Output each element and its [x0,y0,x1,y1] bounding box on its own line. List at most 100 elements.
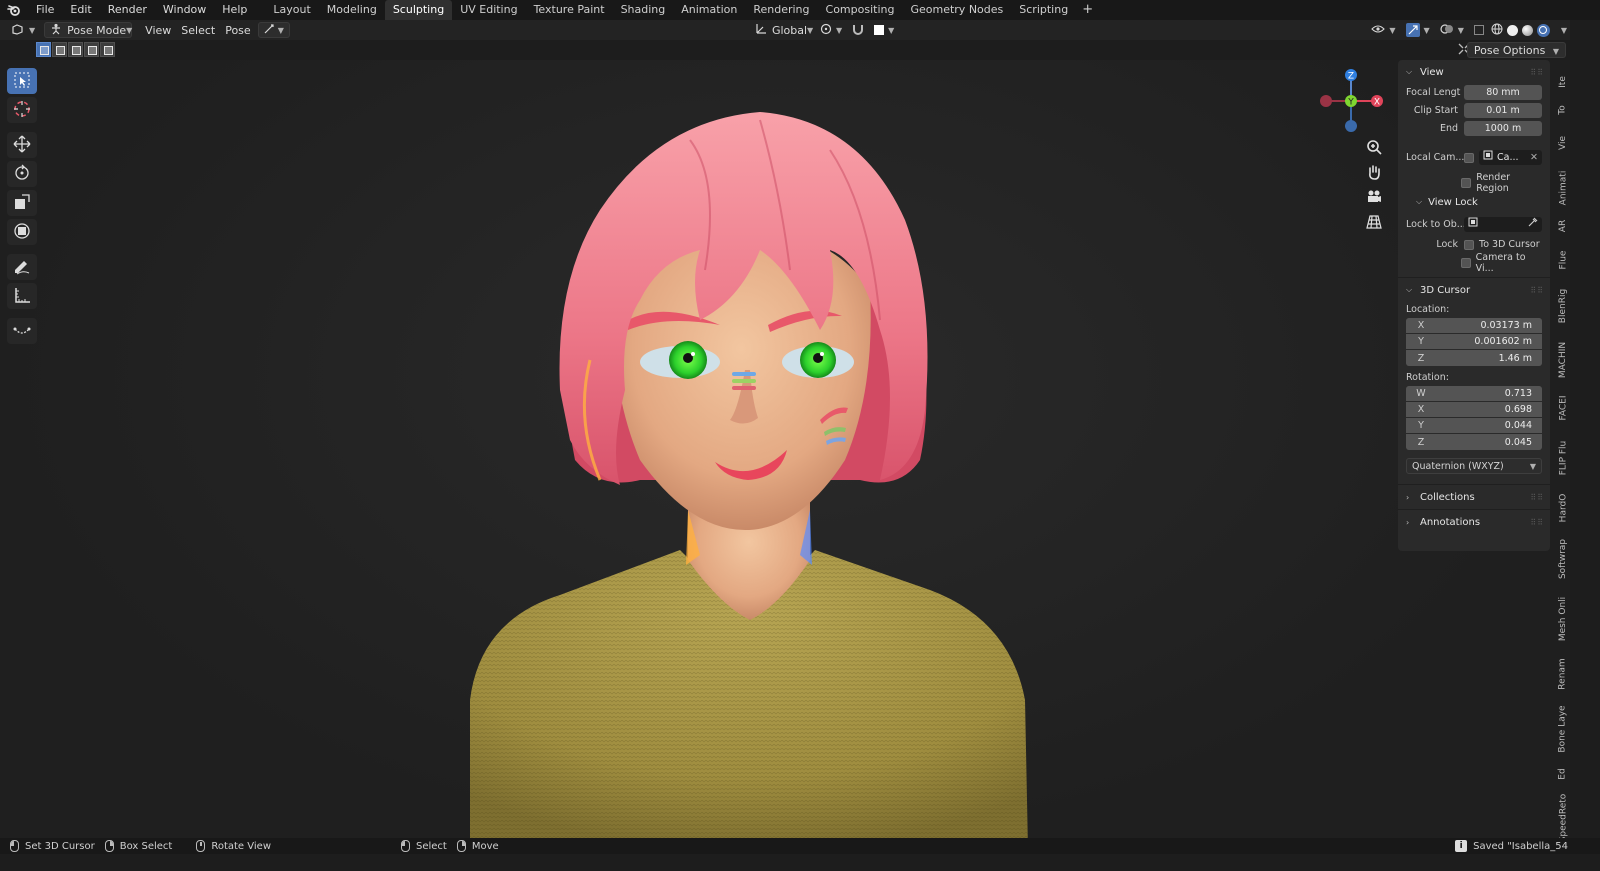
select-subtract-icon[interactable] [68,42,83,57]
local-camera-field[interactable]: Ca... ✕ [1479,150,1542,165]
shading-wireframe[interactable] [1489,22,1505,38]
clip-end-field[interactable]: 1000 m [1464,121,1542,136]
tab-flip-fluids[interactable]: FLIP Flu [1556,434,1570,482]
menu-help[interactable]: Help [214,0,255,20]
grip-icon[interactable]: ⠿⠿ [1530,518,1544,527]
proportional-edit-button[interactable]: ▼ [869,22,899,38]
shading-options-button[interactable]: ▼ [1552,22,1572,38]
tab-machin[interactable]: MACHIN [1556,338,1570,382]
menu-render[interactable]: Render [100,0,155,20]
shading-rendered[interactable] [1535,22,1552,38]
grip-icon[interactable]: ⠿⠿ [1530,286,1544,295]
tab-geometry-nodes[interactable]: Geometry Nodes [902,0,1011,20]
tab-facei[interactable]: FACEI [1556,390,1570,426]
overlays-button[interactable]: ▼ [1435,22,1469,38]
tab-modeling[interactable]: Modeling [319,0,385,20]
tab-animation[interactable]: Animation [673,0,745,20]
clip-start-field[interactable]: 0.01 m [1464,103,1542,118]
select-box-tool[interactable] [7,68,37,94]
mode-select[interactable]: Pose Mode ▼ [44,22,132,38]
scale-tool[interactable] [7,190,37,216]
annotate-tool[interactable] [7,254,37,280]
lock-object-field[interactable] [1464,217,1542,232]
move-tool[interactable] [7,132,37,158]
rotation-z-row[interactable]: Z 0.045 [1406,434,1542,450]
grip-icon[interactable]: ⠿⠿ [1530,493,1544,502]
grip-icon[interactable]: ⠿⠿ [1530,68,1544,77]
3d-viewport[interactable]: Z X Y [0,60,1556,851]
pose-tools-button[interactable]: ▼ [257,22,290,38]
pose-options-dropdown[interactable]: Pose Options ▼ [1466,42,1566,58]
menu-edit[interactable]: Edit [62,0,99,20]
menu-window[interactable]: Window [155,0,214,20]
pivot-point-button[interactable]: ▼ [815,22,847,38]
tab-animation[interactable]: Animati [1556,166,1570,210]
tab-rename[interactable]: Renam [1556,654,1570,694]
select-intersect-icon[interactable] [100,42,115,57]
tab-ar[interactable]: AR [1556,216,1570,236]
eyedropper-icon[interactable] [1528,217,1538,232]
blender-logo-icon[interactable] [0,0,28,20]
menu-view[interactable]: View [140,22,176,38]
location-z-row[interactable]: Z 1.46 m [1406,350,1542,366]
xray-toggle[interactable] [1469,22,1489,38]
rotation-x-row[interactable]: X 0.698 [1406,402,1542,418]
rotation-y-row[interactable]: Y 0.044 [1406,418,1542,434]
select-extend-icon[interactable] [52,42,67,57]
transform-tool[interactable] [7,219,37,245]
tab-softwrap[interactable]: Softwrap [1556,534,1570,584]
focal-length-field[interactable]: 80 mm [1464,85,1542,100]
view-lock-header[interactable]: ⌵ View Lock [1398,192,1550,212]
tab-shading[interactable]: Shading [613,0,674,20]
menu-select[interactable]: Select [176,22,220,38]
gizmo-toggle-button[interactable]: ▼ [1401,22,1435,38]
transform-orientation-select[interactable]: Global ▼ [751,22,815,38]
rotation-w-row[interactable]: W 0.713 [1406,386,1542,402]
tab-ed[interactable]: Ed [1556,764,1570,784]
tab-hardops[interactable]: HardO [1556,490,1570,526]
add-workspace-button[interactable]: + [1076,0,1099,20]
visibility-button[interactable]: ▼ [1366,22,1400,38]
select-new-icon[interactable] [36,42,51,57]
tab-tool[interactable]: To [1556,100,1570,120]
cursor-tool[interactable] [7,97,37,123]
status-report[interactable]: i Saved "Isabella_54 [1455,840,1568,852]
pan-button[interactable] [1362,161,1386,185]
tab-texture-paint[interactable]: Texture Paint [526,0,613,20]
tab-mesh-online[interactable]: Mesh Onli [1556,592,1570,646]
relax-tool[interactable] [7,318,37,344]
tab-blenrig[interactable]: BlenRig [1556,284,1570,328]
rotation-mode-select[interactable]: Quaternion (WXYZ) ▼ [1406,458,1542,474]
snap-toggle[interactable] [847,22,869,38]
view-section-header[interactable]: ⌵ View ⠿⠿ [1398,60,1550,84]
shading-solid[interactable] [1505,22,1520,38]
tab-rendering[interactable]: Rendering [745,0,817,20]
zoom-button[interactable] [1362,136,1386,160]
annotations-header[interactable]: › Annotations ⠿⠿ [1398,510,1550,534]
camera-view-button[interactable] [1362,186,1386,210]
render-region-checkbox[interactable] [1461,177,1472,188]
close-icon[interactable]: ✕ [1530,150,1538,165]
measure-tool[interactable] [7,283,37,309]
tab-scripting[interactable]: Scripting [1011,0,1076,20]
navigation-gizmo[interactable]: Z X Y [1318,66,1384,136]
local-camera-checkbox[interactable] [1464,152,1474,163]
tab-layout[interactable]: Layout [265,0,318,20]
tab-uv-editing[interactable]: UV Editing [452,0,525,20]
perspective-toggle-button[interactable] [1362,211,1386,235]
shading-material[interactable] [1520,22,1535,38]
lock-3d-cursor-checkbox[interactable] [1464,239,1474,250]
tab-sculpting[interactable]: Sculpting [384,0,453,20]
tab-compositing[interactable]: Compositing [818,0,903,20]
menu-file[interactable]: File [28,0,62,20]
select-invert-icon[interactable] [84,42,99,57]
tab-item[interactable]: Ite [1556,70,1570,94]
tab-view[interactable]: Vie [1556,130,1570,156]
menu-pose[interactable]: Pose [220,22,255,38]
rotate-tool[interactable] [7,161,37,187]
3d-cursor-header[interactable]: ⌵ 3D Cursor ⠿⠿ [1398,278,1550,302]
camera-to-view-checkbox[interactable] [1460,257,1471,268]
tab-bone-layers[interactable]: Bone Laye [1556,702,1570,756]
location-x-row[interactable]: X 0.03173 m [1406,318,1542,334]
editor-type-button[interactable]: ▼ [6,22,40,38]
